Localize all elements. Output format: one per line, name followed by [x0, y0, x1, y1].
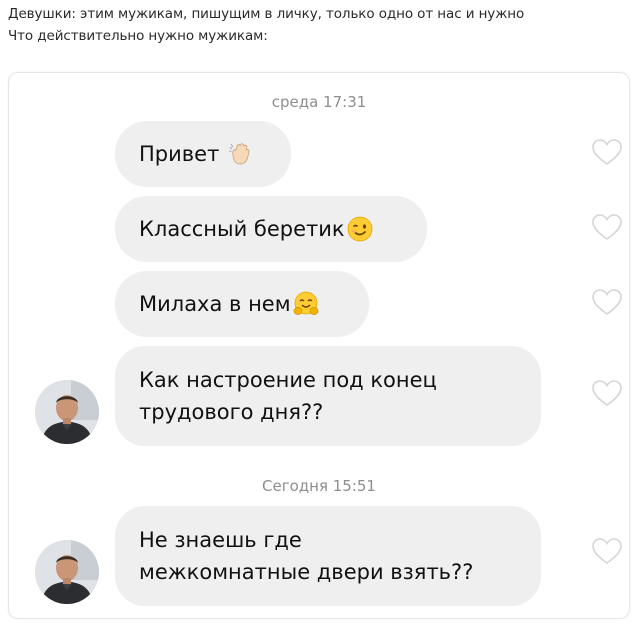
avatar-photo [35, 380, 99, 444]
message-bubble[interactable]: Милаха в нем [115, 271, 369, 337]
heart-icon[interactable] [591, 537, 623, 565]
message-bubble[interactable]: Привет [115, 121, 291, 187]
heart-icon[interactable] [591, 379, 623, 407]
heart-icon[interactable] [591, 138, 623, 166]
message-text: Не знаешь где межкомнатные двери взять?? [139, 524, 473, 588]
message-bubble[interactable]: Не знаешь где межкомнатные двери взять?? [115, 506, 541, 606]
winking-face-icon [347, 216, 373, 242]
message-bubble[interactable]: Классный беретик [115, 196, 427, 262]
avatar[interactable] [35, 380, 99, 444]
message-line: трудового дня?? [139, 400, 324, 424]
heart-icon[interactable] [591, 213, 623, 241]
message-text: Милаха в нем [139, 292, 291, 316]
message-text: Классный беретик [139, 217, 345, 241]
hugging-face-icon [293, 291, 318, 315]
message-line: межкомнатные двери взять?? [139, 560, 474, 584]
chat-screenshot: среда 17:31 Привет Классный беретик Мила… [8, 72, 630, 619]
heart-icon[interactable] [591, 288, 623, 316]
caption-line-1: Девушки: этим мужикам, пишущим в личку, … [8, 6, 525, 22]
caption-line-2: Что действительно нужно мужикам: [8, 28, 268, 44]
timestamp: Сегодня 15:51 [262, 477, 376, 495]
waving-hand-icon [229, 143, 250, 165]
avatar-photo [35, 540, 99, 604]
avatar[interactable] [35, 540, 99, 604]
message-text: Привет [139, 142, 220, 166]
timestamp: среда 17:31 [271, 93, 367, 111]
message-line: Как настроение под конец [139, 368, 437, 392]
message-line: Не знаешь где [139, 528, 302, 552]
message-text: Как настроение под конец трудового дня?? [139, 364, 437, 428]
message-bubble[interactable]: Как настроение под конец трудового дня?? [115, 346, 541, 446]
